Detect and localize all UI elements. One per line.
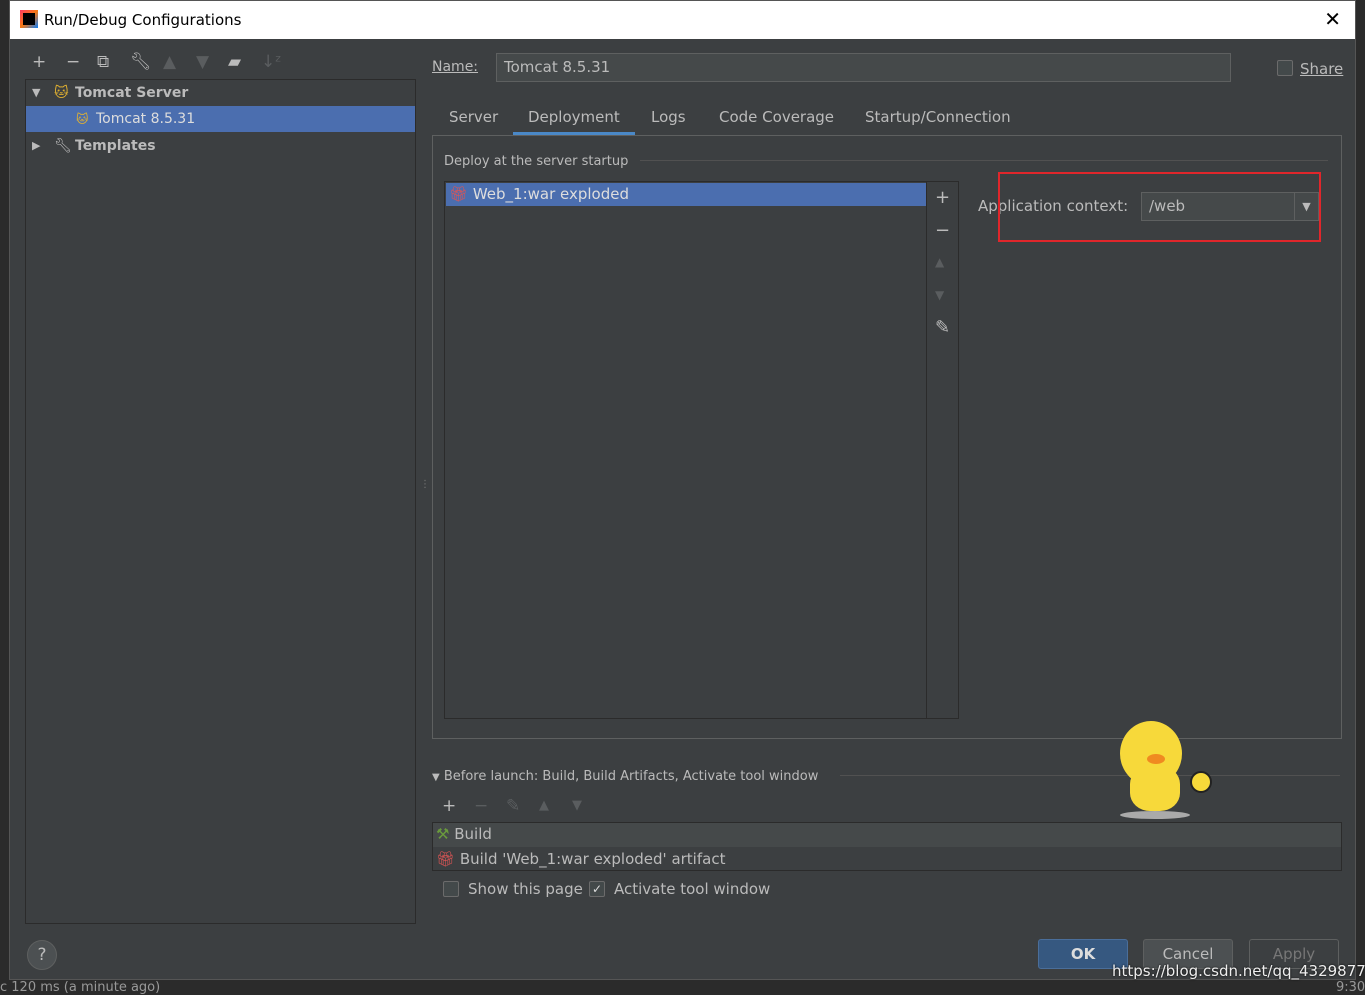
remove-config-button[interactable]: − bbox=[66, 52, 80, 72]
tomcat-icon: 🐱︎ bbox=[76, 112, 89, 126]
tab-startup-connection[interactable]: Startup/Connection bbox=[865, 105, 1011, 135]
task-label: Build 'Web_1:war exploded' artifact bbox=[459, 850, 726, 868]
move-up-button[interactable]: ▲ bbox=[163, 52, 176, 72]
close-icon[interactable]: ✕ bbox=[1324, 7, 1341, 31]
tree-item-tomcat-server[interactable]: ▼ 🐱︎ Tomcat Server bbox=[26, 80, 415, 106]
move-up-button[interactable]: ▲ bbox=[539, 798, 549, 813]
name-label: Name: bbox=[432, 59, 479, 75]
before-launch-toggle[interactable]: ▼ Before launch: Build, Build Artifacts,… bbox=[432, 769, 818, 784]
highlight-box bbox=[998, 172, 1321, 242]
add-config-button[interactable]: + bbox=[32, 52, 46, 72]
artifact-label: Web_1:war exploded bbox=[472, 185, 630, 203]
move-down-button[interactable]: ▼ bbox=[196, 52, 209, 72]
title-bar: Run/Debug Configurations ✕ bbox=[10, 1, 1355, 39]
task-item[interactable]: 🎁︎ Build 'Web_1:war exploded' artifact bbox=[433, 847, 1341, 871]
run-debug-dialog: Run/Debug Configurations ✕ + − ⧉ 🔧︎ ▲ ▼ … bbox=[9, 0, 1365, 980]
move-up-button[interactable]: ▲ bbox=[935, 255, 944, 269]
config-tree: ▼ 🐱︎ Tomcat Server 🐱︎ Tomcat 8.5.31 ▶ 🔧︎… bbox=[25, 79, 416, 924]
show-page-checkbox[interactable] bbox=[443, 881, 459, 897]
edit-pencil-icon[interactable]: ✎ bbox=[935, 317, 950, 338]
tomcat-icon: 🐱︎ bbox=[54, 85, 69, 101]
edit-pencil-icon[interactable]: ✎ bbox=[506, 796, 520, 816]
background-time: 9:30 bbox=[1336, 980, 1365, 995]
tab-code-coverage[interactable]: Code Coverage bbox=[719, 105, 834, 135]
tree-item-tomcat-8531[interactable]: 🐱︎ Tomcat 8.5.31 bbox=[26, 106, 415, 132]
remove-artifact-button[interactable]: − bbox=[935, 220, 950, 241]
name-input[interactable]: Tomcat 8.5.31 bbox=[496, 53, 1231, 82]
wrench-icon: 🔧︎ bbox=[54, 138, 72, 154]
artifact-icon: 🎁︎ bbox=[449, 185, 469, 203]
remove-task-button[interactable]: − bbox=[474, 796, 488, 816]
deploy-artifact-list: 🎁︎ Web_1:war exploded bbox=[444, 181, 959, 719]
task-label: Build bbox=[454, 825, 492, 843]
artifact-icon: 🎁︎ bbox=[436, 850, 456, 868]
help-button[interactable]: ? bbox=[27, 940, 57, 970]
task-item[interactable]: ⚒︎ Build bbox=[433, 823, 1341, 847]
splitter-handle[interactable]: ⋮ bbox=[420, 479, 430, 490]
tree-item-templates[interactable]: ▶ 🔧︎ Templates bbox=[26, 133, 415, 159]
move-down-button[interactable]: ▼ bbox=[935, 288, 944, 302]
share-label: Share bbox=[1300, 60, 1344, 78]
tab-server[interactable]: Server bbox=[449, 105, 498, 135]
divider bbox=[926, 182, 927, 718]
before-launch-label: Before launch: Build, Build Artifacts, A… bbox=[443, 769, 819, 784]
new-folder-button[interactable]: ▰ bbox=[228, 52, 241, 72]
tree-item-label: Templates bbox=[75, 138, 156, 154]
tree-item-label: Tomcat Server bbox=[75, 85, 189, 101]
wrench-icon[interactable]: 🔧︎ bbox=[130, 52, 152, 72]
tree-item-label: Tomcat 8.5.31 bbox=[96, 111, 196, 127]
show-page-label: Show this page bbox=[468, 880, 583, 898]
add-artifact-button[interactable]: + bbox=[935, 187, 950, 208]
intellij-icon bbox=[20, 10, 38, 28]
activate-tool-window-label: Activate tool window bbox=[614, 880, 771, 898]
task-list: ⚒︎ Build 🎁︎ Build 'Web_1:war exploded' a… bbox=[432, 822, 1342, 871]
move-down-button[interactable]: ▼ bbox=[572, 798, 582, 813]
hammer-icon: ⚒︎ bbox=[436, 825, 450, 843]
copy-config-button[interactable]: ⧉ bbox=[97, 52, 109, 72]
tab-deployment[interactable]: Deployment bbox=[513, 105, 635, 135]
collapse-arrow-icon[interactable]: ▶ bbox=[32, 133, 40, 159]
artifact-item[interactable]: 🎁︎ Web_1:war exploded bbox=[446, 183, 926, 206]
add-task-button[interactable]: + bbox=[442, 796, 456, 816]
window-title: Run/Debug Configurations bbox=[44, 11, 242, 29]
tab-logs[interactable]: Logs bbox=[651, 105, 686, 135]
divider bbox=[640, 160, 1328, 161]
sort-button[interactable]: ↓ᶻ bbox=[261, 52, 281, 72]
watermark: https://blog.csdn.net/qq_43298772 bbox=[1112, 962, 1365, 980]
background-status: c 120 ms (a minute ago) bbox=[0, 980, 161, 995]
activate-tool-window-checkbox[interactable]: ✓ bbox=[589, 881, 605, 897]
duck-sticker bbox=[1115, 706, 1225, 821]
expand-arrow-icon[interactable]: ▼ bbox=[32, 80, 40, 106]
section-label: Deploy at the server startup bbox=[444, 154, 629, 169]
share-checkbox[interactable] bbox=[1277, 60, 1293, 76]
collapse-arrow-icon: ▼ bbox=[432, 772, 440, 783]
divider bbox=[840, 775, 1340, 776]
